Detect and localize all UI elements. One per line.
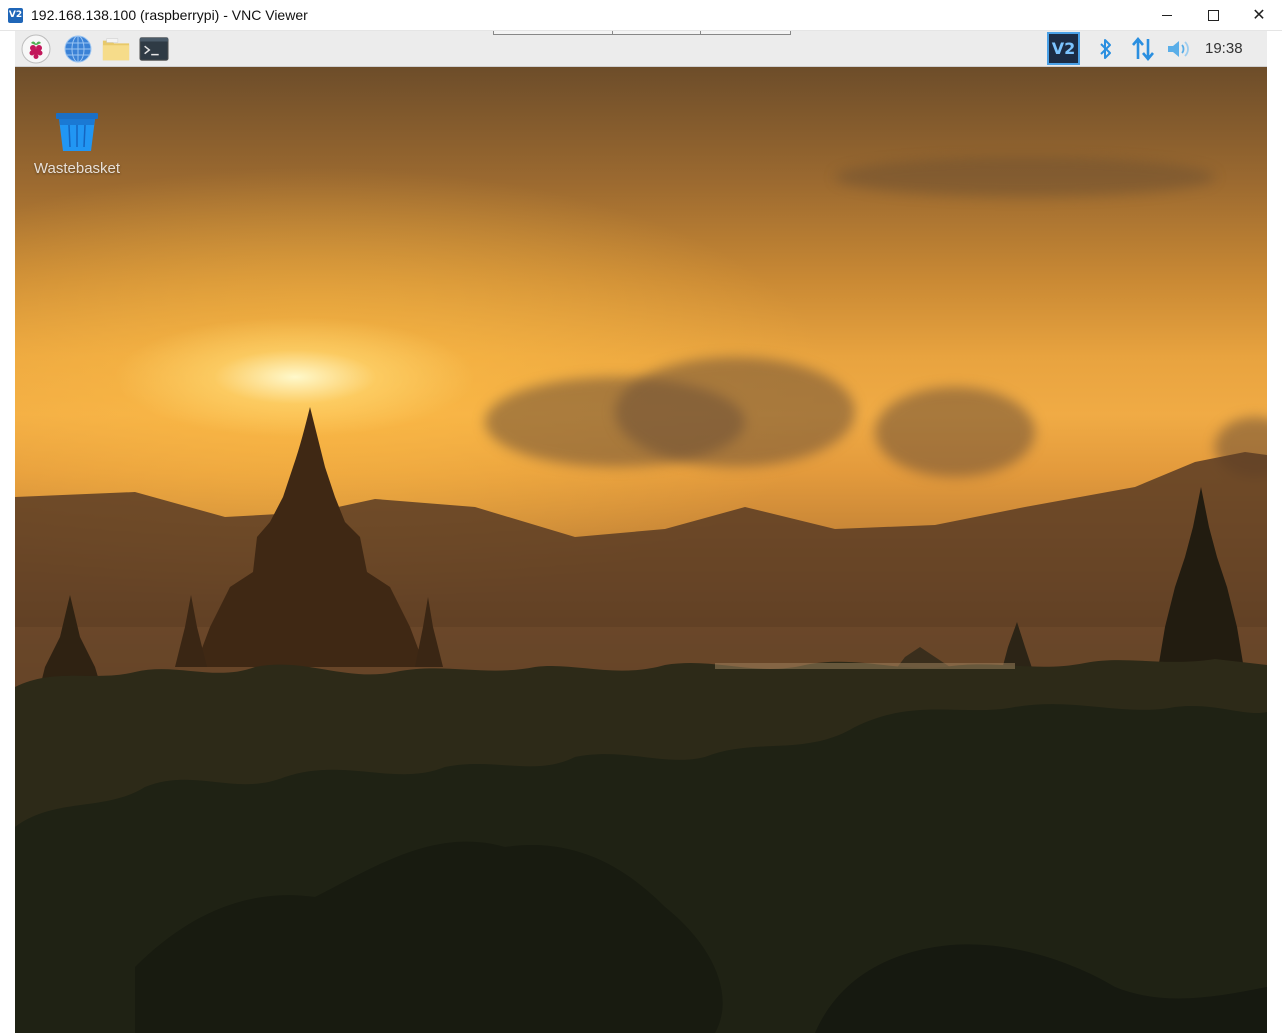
close-button[interactable]: ✕ [1236, 0, 1282, 30]
remote-screen[interactable]: Wastebasket V2 19:38 [15, 31, 1267, 1033]
desktop-wallpaper[interactable]: Wastebasket [15, 67, 1267, 1033]
top-panel: V2 19:38 [15, 31, 1267, 67]
window-titlebar[interactable]: V2 192.168.138.100 (raspberrypi) - VNC V… [0, 0, 1282, 31]
file-manager-button[interactable] [101, 34, 131, 64]
terminal-button[interactable] [139, 34, 169, 64]
volume-button[interactable] [1166, 35, 1194, 63]
maximize-button[interactable] [1190, 0, 1236, 30]
network-button[interactable] [1129, 35, 1157, 63]
vnc-server-tray-button[interactable]: V2 [1047, 32, 1080, 65]
minimize-icon [1162, 14, 1172, 16]
web-browser-button[interactable] [63, 34, 93, 64]
toolbar-divider [700, 31, 701, 34]
folder-icon [102, 38, 130, 61]
window-title: 192.168.138.100 (raspberrypi) - VNC View… [31, 7, 308, 23]
close-icon: ✕ [1252, 5, 1266, 24]
vnc-app-icon: V2 [8, 8, 23, 23]
raspberry-icon [21, 34, 51, 64]
maximize-icon [1207, 9, 1219, 21]
toolbar-divider [612, 31, 613, 34]
trash-icon [56, 113, 98, 151]
bluetooth-icon [1100, 39, 1111, 59]
vnc-toolbar-handle[interactable] [493, 31, 791, 35]
minimize-button[interactable] [1144, 0, 1190, 30]
raspberry-menu-button[interactable] [21, 34, 51, 64]
volume-icon [1168, 41, 1189, 57]
bluetooth-button[interactable] [1095, 35, 1117, 63]
desktop-icon-wastebasket[interactable]: Wastebasket [29, 111, 125, 177]
globe-icon [64, 35, 92, 63]
terminal-icon [139, 37, 169, 61]
wastebasket-label: Wastebasket [33, 160, 121, 177]
landscape-silhouette [15, 407, 1267, 1033]
network-arrows-icon [1132, 36, 1154, 62]
clock[interactable]: 19:38 [1205, 40, 1243, 57]
